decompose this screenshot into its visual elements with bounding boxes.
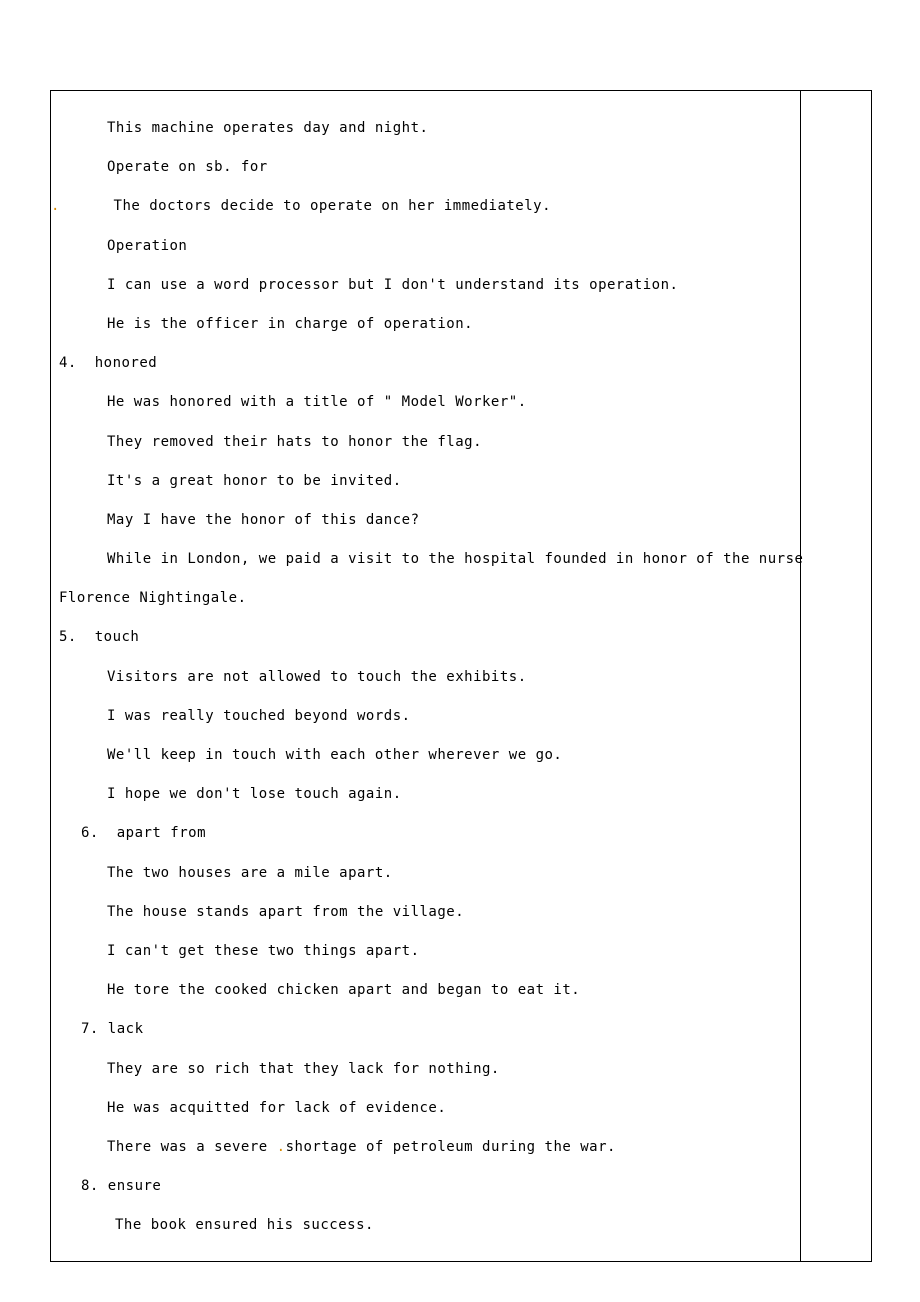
text-line: They are so rich that they lack for noth… bbox=[51, 1050, 871, 1089]
column-divider bbox=[800, 91, 801, 1261]
text-line: It's a great honor to be invited. bbox=[51, 462, 871, 501]
text-line: Florence Nightingale. bbox=[51, 579, 871, 618]
text-span: There was a severe bbox=[107, 1139, 277, 1155]
text-line: Operate on sb. for bbox=[51, 148, 871, 187]
text-line: This machine operates day and night. bbox=[51, 109, 871, 148]
text-line: May I have the honor of this dance? bbox=[51, 501, 871, 540]
text-line: The two houses are a mile apart. bbox=[51, 854, 871, 893]
text-line: I can't get these two things apart. bbox=[51, 932, 871, 971]
text-line: He tore the cooked chicken apart and beg… bbox=[51, 971, 871, 1010]
text-line: While in London, we paid a visit to the … bbox=[51, 540, 871, 579]
text-line: They removed their hats to honor the fla… bbox=[51, 423, 871, 462]
text-line: The book ensured his success. bbox=[51, 1206, 871, 1245]
text-line: . The doctors decide to operate on her i… bbox=[51, 187, 871, 226]
document-page: This machine operates day and night. Ope… bbox=[0, 0, 920, 1302]
heading-line: 4. honored bbox=[51, 344, 871, 383]
text-line: Visitors are not allowed to touch the ex… bbox=[51, 658, 871, 697]
document-content: This machine operates day and night. Ope… bbox=[51, 91, 871, 1245]
text-line: I can use a word processor but I don't u… bbox=[51, 266, 871, 305]
heading-line: 6. apart from bbox=[51, 814, 871, 853]
marker-dot: . bbox=[51, 198, 60, 214]
text-line: He is the officer in charge of operation… bbox=[51, 305, 871, 344]
text-span: The doctors decide to operate on her imm… bbox=[114, 198, 552, 214]
text-line: I hope we don't lose touch again. bbox=[51, 775, 871, 814]
text-line: I was really touched beyond words. bbox=[51, 697, 871, 736]
page-border: This machine operates day and night. Ope… bbox=[50, 90, 872, 1262]
text-line: He was acquitted for lack of evidence. bbox=[51, 1089, 871, 1128]
text-line: We'll keep in touch with each other wher… bbox=[51, 736, 871, 775]
marker-dot: . bbox=[277, 1139, 286, 1155]
text-line: Operation bbox=[51, 227, 871, 266]
text-line: He was honored with a title of " Model W… bbox=[51, 383, 871, 422]
heading-line: 7. lack bbox=[51, 1010, 871, 1049]
text-line: The house stands apart from the village. bbox=[51, 893, 871, 932]
heading-line: 5. touch bbox=[51, 618, 871, 657]
heading-line: 8. ensure bbox=[51, 1167, 871, 1206]
text-span: shortage of petroleum during the war. bbox=[286, 1139, 616, 1155]
text-line: There was a severe .shortage of petroleu… bbox=[51, 1128, 871, 1167]
